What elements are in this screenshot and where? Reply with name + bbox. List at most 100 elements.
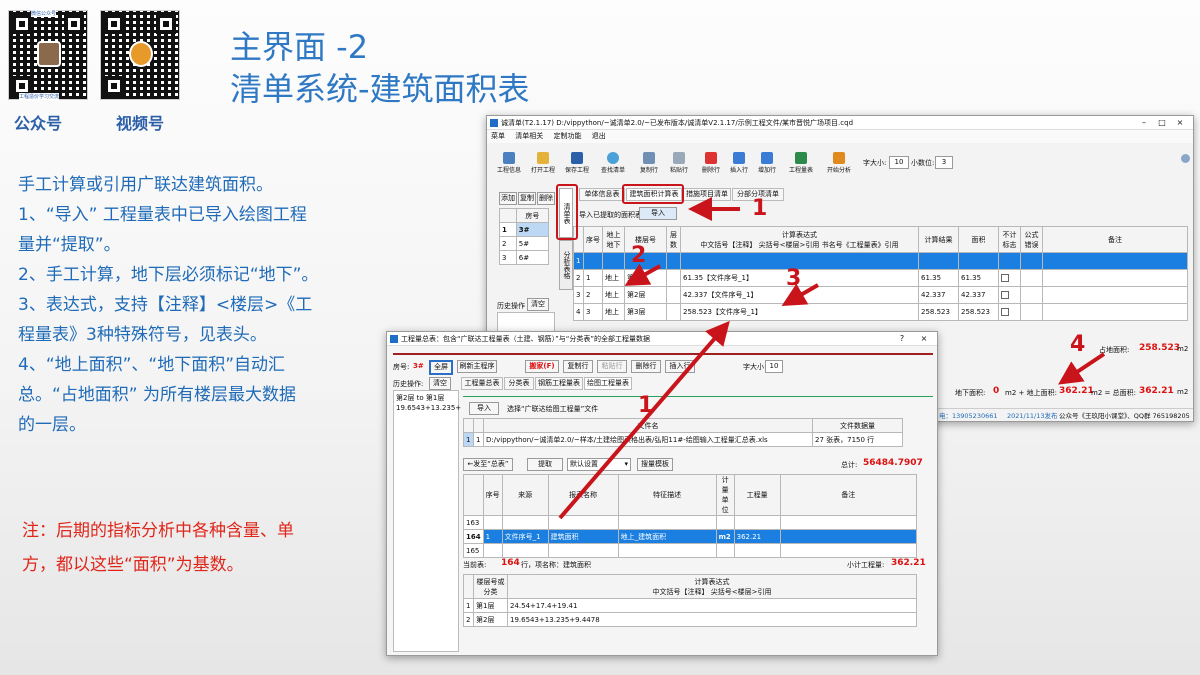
font-size-spin[interactable]: 10 [765,360,783,373]
tool-analyze[interactable]: 开始分析 [823,150,855,178]
history-item[interactable]: 19.6543+13.235+ [396,403,461,413]
table-row[interactable]: 4 3 地上 第3层 258.523【文件序号_1】 258.523 258.523 [573,303,1188,321]
table-row[interactable]: 2 第2层 19.6543+13.235+9.4478 [463,612,917,627]
room-row[interactable]: 1 3# [499,222,550,237]
tab-drawing[interactable]: 绘图工程量表 [584,377,632,390]
table-row[interactable]: 165 [463,543,918,558]
tool-open[interactable]: 打开工程 [527,150,559,178]
clear-history-button[interactable]: 清空 [429,377,451,390]
description-line: 3、表达式，支持【注释】<楼层>《工 [18,295,313,315]
vtab-analysis[interactable]: 分析表格 [559,240,573,290]
import-button[interactable]: 导入 [469,402,499,415]
tab-measures[interactable]: 措施项目清单 [683,188,731,201]
footprint-label: 占地面积: [1099,346,1130,354]
col-expr-sub: 中文括号【注释】 尖括号<楼层>引用 书名号《工程量表》引用 [700,240,899,249]
copy-room-button[interactable]: 复制 [518,192,536,205]
add-room-button[interactable]: 添加 [499,192,517,205]
highlight-box-vtab [556,184,578,240]
room-row[interactable]: 2 5# [499,236,550,251]
insert-row-button[interactable]: 插入行 [665,360,695,373]
tool-save[interactable]: 保存工程 [561,150,593,178]
quantity-titlebar: 工程量总表：包含“广联达工程量表（土建、钢筋）”与“分类表”的全部工程量数据 ?… [387,332,937,346]
col-nocount: 不计标志 [998,226,1021,253]
copy-row-button[interactable]: 复制行 [563,360,593,373]
col-area: 面积 [958,226,999,253]
chevron-down-icon: ▾ [624,460,628,468]
tool-project-info[interactable]: 工程信息 [493,150,525,178]
total-value: 362.21 [1139,386,1174,396]
description-line: 的一层。 [18,415,86,435]
tool-copy-row[interactable]: 复制行 [633,150,665,178]
decimal-spin[interactable]: 3 [935,156,953,169]
history-label: 历史操作: [393,380,424,388]
window-title: 工程量总表：包含“广联达工程量表（土建、钢筋）”与“分类表”的全部工程量数据 [401,335,651,343]
move-button[interactable]: 搬家(F) [525,360,559,373]
history-list[interactable]: 第2层 to 第1层 19.6543+13.235+ [393,390,461,652]
tab-category[interactable]: 分类表 [504,377,534,390]
description-line: 量并“提取”。 [18,235,121,255]
window-rule [393,353,933,355]
close-button[interactable]: × [917,332,931,346]
quantity-window: 工程量总表：包含“广联达工程量表（土建、钢筋）”与“分类表”的全部工程量数据 ?… [386,331,938,656]
col-file-name: 文件名 [483,418,813,433]
marker-2-ground: 2 [631,243,647,268]
template-button[interactable]: 搜量模板 [637,458,673,471]
wechat-official-qr: 微信公众号 工程造价学习交流 [8,10,88,100]
subtotal-value: 362.21 [891,558,926,568]
avatar [129,41,153,67]
minimize-button[interactable]: – [1137,116,1151,130]
tool-find[interactable]: 查找清单 [597,150,629,178]
table-row[interactable]: 3 2 地上 第2层 42.337【文件序号_1】 42.337 42.337 [573,286,1188,304]
tab-single-info[interactable]: 单体信息表 [579,188,625,201]
total-value: 56484.7907 [863,458,923,468]
room-row[interactable]: 3 6# [499,250,550,265]
tool-paste-row[interactable]: 粘贴行 [663,150,695,178]
app-icon [490,119,498,127]
qr-bottom-text: 工程造价学习交流 [19,93,60,100]
col-ground: 地上地下 [602,226,625,253]
nocount-checkbox[interactable] [1001,308,1009,316]
help-button[interactable]: ? [895,332,909,346]
nocount-checkbox[interactable] [1001,291,1009,299]
import-button[interactable]: 导入 [639,207,677,220]
send-to-total-button[interactable]: ←发至“总表” [463,458,513,471]
qr-caption-official: 公众号 [14,114,63,133]
table-row[interactable]: 1 [573,252,1188,270]
col-expr-sub: 中文括号【注释】 尖括号<楼层>引用 [652,587,772,596]
close-button[interactable]: × [1173,116,1187,130]
font-size-spin[interactable]: 10 [889,156,909,169]
highlight-box-tab [622,184,684,204]
file-row[interactable]: 1 1 D:/vippython/~诚清单2.0/~样本/土建绘图表格出表/弘阳11… [463,432,903,447]
refresh-main-button[interactable]: 刷新主程序 [457,360,497,373]
col-remark: 备注 [779,474,918,516]
table-row[interactable]: 164 1 文件序号_1 建筑面积 地上_建筑面积 m2 362.21 [463,529,918,544]
user-icon[interactable] [1181,154,1190,163]
marker-1-import: 1 [752,196,768,221]
tab-rebar[interactable]: 钢筋工程量表 [535,377,583,390]
font-size-label: 字大小 [743,363,764,371]
tool-quantity-table[interactable]: 工程量表 [785,150,817,178]
tab-quantity-total[interactable]: 工程量总表 [461,377,503,390]
default-settings-select[interactable]: 默认设置 ▾ [567,458,631,471]
under-label: 地下面积: [955,389,986,397]
toolbar: 工程信息 打开工程 保存工程 查找清单 复制行 粘贴行 删除行 插入行 增加行 … [487,130,1193,180]
description-line: 手工计算或引用广联达建筑面积。 [18,175,273,195]
extract-button[interactable]: 提取 [527,458,563,471]
maximize-button[interactable]: □ [1155,116,1169,130]
note-line: 方，都以这些“面积”为基数。 [22,555,244,575]
nocount-checkbox[interactable] [1001,274,1009,282]
fullscreen-button[interactable]: 全屏 [429,360,453,375]
clear-history-button[interactable]: 清空 [527,298,549,311]
history-item[interactable]: 第2层 to 第1层 [396,393,456,403]
delete-row-button[interactable]: 删除行 [631,360,661,373]
paste-row-button[interactable]: 粘贴行 [597,360,627,373]
table-row[interactable]: 163 [463,515,918,530]
under-value: 0 [993,386,1000,396]
tool-add-row[interactable]: 增加行 [751,150,783,178]
delete-room-button[interactable]: 删除 [537,192,555,205]
table-row[interactable]: 1 第1层 24.54+17.4+19.41 [463,598,917,613]
col-report-name: 报表名称 [547,474,619,516]
table-row[interactable]: 2 1 地上 第1层 61.35【文件序号_1】 61.35 61.35 [573,269,1188,287]
app-icon [390,335,398,343]
tab-underline [463,396,933,397]
